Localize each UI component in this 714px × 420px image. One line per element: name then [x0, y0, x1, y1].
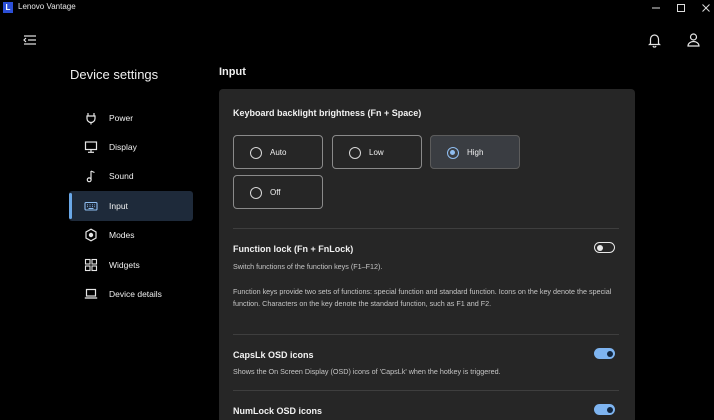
- laptop-icon: [84, 287, 98, 301]
- radio-icon: [250, 146, 262, 159]
- divider: [233, 228, 619, 229]
- backlight-option-high[interactable]: High: [430, 135, 520, 169]
- user-icon: [687, 33, 700, 47]
- option-label: Off: [270, 188, 281, 197]
- function-lock-toggle[interactable]: [594, 242, 615, 253]
- title-bar: L Lenovo Vantage: [0, 0, 714, 15]
- backlight-option-off[interactable]: Off: [233, 175, 323, 209]
- sidebar-item-label: Widgets: [109, 259, 140, 270]
- window-title: Lenovo Vantage: [18, 2, 76, 11]
- backlight-option-low[interactable]: Low: [332, 135, 422, 169]
- minimize-button[interactable]: [642, 0, 670, 15]
- sidebar-item-power[interactable]: Power: [69, 103, 193, 132]
- maximize-icon: [677, 3, 685, 12]
- sidebar-item-label: Input: [109, 200, 128, 211]
- numlock-osd-title: NumLock OSD icons: [233, 406, 323, 416]
- divider: [233, 334, 619, 335]
- menu-toggle-button[interactable]: [22, 33, 38, 47]
- account-button[interactable]: [686, 32, 701, 48]
- divider: [233, 390, 619, 391]
- function-lock-description: Switch functions of the function keys (F…: [233, 262, 383, 271]
- hexagon-icon: [84, 228, 98, 242]
- collapse-menu-icon: [23, 35, 36, 45]
- sidebar-nav: Power Display Sound Input Modes Widgets: [69, 103, 193, 309]
- monitor-icon: [84, 140, 98, 154]
- sidebar-item-label: Power: [109, 112, 134, 123]
- sidebar-item-label: Modes: [109, 230, 135, 241]
- input-settings-card: Keyboard backlight brightness (Fn + Spac…: [219, 89, 635, 420]
- option-label: Auto: [270, 148, 287, 157]
- bell-icon: [648, 34, 661, 48]
- sidebar-item-sound[interactable]: Sound: [69, 162, 193, 191]
- sidebar-title: Device settings: [70, 67, 159, 82]
- backlight-title: Keyboard backlight brightness (Fn + Spac…: [233, 108, 422, 118]
- sidebar-item-device-details[interactable]: Device details: [69, 279, 193, 308]
- minimize-icon: [652, 7, 660, 8]
- radio-selected-icon: [447, 146, 459, 159]
- function-lock-title: Function lock (Fn + FnLock): [233, 244, 354, 254]
- music-note-icon: [84, 169, 98, 183]
- page-title: Input: [219, 66, 246, 78]
- capslk-osd-description: Shows the On Screen Display (OSD) icons …: [233, 367, 501, 376]
- maximize-button[interactable]: [667, 0, 695, 15]
- lenovo-logo-icon: L: [3, 2, 13, 13]
- close-icon: [702, 3, 710, 12]
- widgets-icon: [84, 258, 98, 272]
- option-label: Low: [369, 148, 384, 157]
- keyboard-icon: [84, 199, 98, 213]
- sidebar-item-display[interactable]: Display: [69, 132, 193, 161]
- backlight-option-auto[interactable]: Auto: [233, 135, 323, 169]
- notifications-button[interactable]: [647, 32, 662, 48]
- close-button[interactable]: [692, 0, 714, 15]
- sidebar-item-input[interactable]: Input: [69, 191, 193, 221]
- sidebar-item-label: Display: [109, 142, 137, 153]
- radio-icon: [250, 186, 262, 199]
- capslk-osd-toggle[interactable]: [594, 348, 615, 359]
- capslk-osd-title: CapsLk OSD icons: [233, 350, 314, 360]
- sidebar-item-widgets[interactable]: Widgets: [69, 250, 193, 279]
- function-lock-details: Function keys provide two sets of functi…: [233, 287, 612, 308]
- numlock-osd-toggle[interactable]: [594, 404, 615, 415]
- sidebar-item-modes[interactable]: Modes: [69, 221, 193, 250]
- sidebar-item-label: Device details: [109, 289, 162, 300]
- sidebar-item-label: Sound: [109, 171, 134, 182]
- power-plug-icon: [84, 111, 98, 125]
- option-label: High: [467, 148, 484, 157]
- radio-icon: [349, 146, 361, 159]
